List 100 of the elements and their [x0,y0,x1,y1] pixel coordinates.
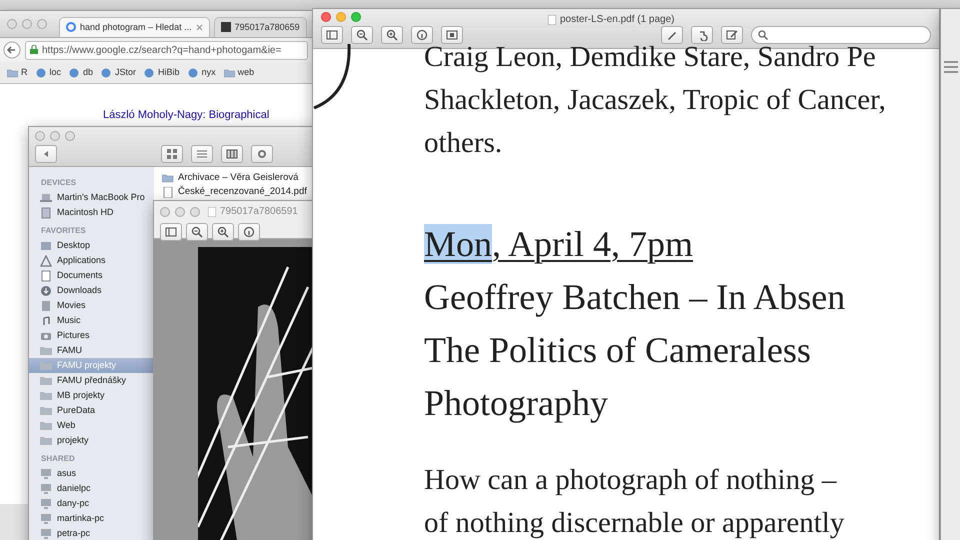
column-view-icon [226,148,238,160]
menu-icon[interactable] [944,60,958,73]
film-icon [40,300,52,312]
talk-title: Geoffrey Batchen – In Absen [424,277,846,317]
bookmark[interactable]: HiBib [144,66,180,80]
sidebar-item[interactable]: PureData [29,403,154,418]
close-button[interactable] [321,12,331,22]
browser-tab[interactable]: 795017a780659 [214,16,307,37]
bookmark[interactable]: R [7,66,28,80]
back-icon[interactable] [3,41,21,59]
sidebar-button[interactable] [160,223,182,241]
sidebar-item[interactable]: martinka-pc [29,511,154,526]
search-field[interactable] [751,26,931,44]
folder-icon [40,360,52,372]
sidebar-item[interactable]: Web [29,418,154,433]
list-view-icon [196,148,208,160]
selected-text: Mon [424,224,492,264]
site-icon [144,68,156,78]
site-icon [101,68,112,78]
file-row[interactable]: České_recenzované_2014.pdf [162,185,307,199]
google-icon [66,22,76,32]
computer-icon [40,512,52,524]
sidebar-item[interactable]: Documents [29,268,154,283]
download-icon [40,284,52,296]
sidebar-item[interactable]: Movies [29,298,154,313]
fit-button[interactable] [441,26,463,44]
zoom-out-icon [356,29,368,41]
hard-drive-icon [40,206,52,218]
computer-icon [40,528,52,540]
sidebar-item[interactable]: Pictures [29,328,154,343]
sidebar-item[interactable]: Applications [29,253,154,268]
body-text: of nothing discernable or apparently [424,507,844,539]
edit-icon [726,29,738,41]
sidebar-button[interactable] [321,26,343,44]
zoom-in-icon [217,226,229,238]
talk-title: Photography [424,383,608,423]
address-field[interactable]: https://www.google.cz/search?q=hand+photogam&ie= [25,40,308,60]
search-result-link[interactable]: László Moholy-Nagy: Biographical [103,109,270,121]
sidebar-item[interactable]: petra-pc [29,526,154,540]
folder-icon [224,68,235,78]
back-button[interactable] [35,145,57,163]
bookmark[interactable]: web [224,66,254,80]
icon-view-icon [166,148,178,160]
zoom-in-button[interactable] [381,26,403,44]
sidebar-item[interactable]: FAMU přednášky [29,373,154,388]
zoom-in-icon [386,29,398,41]
document-icon [208,206,216,216]
bookmark[interactable]: nyx [188,66,216,80]
zoom-out-icon [191,226,203,238]
talk-title: The Politics of Cameraless [424,330,811,370]
bookmark[interactable]: db [69,66,94,80]
info-button[interactable] [238,223,260,241]
computer-icon [40,482,52,494]
pen-button[interactable] [661,26,683,44]
body-text: others. [424,127,502,159]
zoom-out-button[interactable] [351,26,373,44]
search-icon [758,30,768,40]
browser-tab[interactable]: hand photogram – Hledat ... [59,16,210,37]
zoom-button[interactable] [351,12,361,22]
sidebar-item[interactable]: FAMU [29,343,154,358]
zoom-out-button[interactable] [186,223,208,241]
body-text: Shackleton, Jacaszek, Tropic of Cancer, [424,84,886,116]
zoom-in-button[interactable] [212,223,234,241]
rotate-button[interactable] [691,26,713,44]
sidebar-item[interactable]: asus [29,466,154,481]
list-view-button[interactable] [191,145,213,163]
sidebar-item[interactable]: Downloads [29,283,154,298]
document-icon [40,270,52,282]
column-view-button[interactable] [221,145,243,163]
body-text: Craig Leon, Demdike Stare, Sandro Pe [424,41,876,73]
close-icon[interactable] [196,24,203,31]
computer-icon [40,468,52,480]
folder-icon [162,172,174,184]
info-button[interactable] [411,26,433,44]
sidebar-item[interactable]: Macintosh HD [29,205,154,220]
section-heading: SHARED [40,453,76,465]
edit-button[interactable] [721,26,743,44]
sidebar-icon [326,29,338,41]
sidebar-item[interactable]: Martin's MacBook Pro [29,190,154,205]
pen-icon [666,29,678,41]
site-icon [36,68,46,78]
sidebar-item[interactable]: dany-pc [29,496,154,511]
image-icon [220,22,231,32]
sidebar-item[interactable]: danielpc [29,481,154,496]
folder-icon [40,404,52,416]
desktop-icon [40,240,52,252]
gear-button[interactable] [251,145,273,163]
bookmark[interactable]: loc [36,66,62,80]
folder-icon [40,390,52,402]
computer-icon [40,498,52,510]
sidebar-item[interactable]: projekty [29,433,154,448]
bookmark[interactable]: JStor [101,66,136,80]
folder-icon [40,420,52,432]
document-icon [162,186,174,198]
sidebar-item[interactable]: Music [29,313,154,328]
site-icon [188,68,199,78]
file-row[interactable]: Archivace – Věra Geislerová [162,171,307,185]
icon-view-button[interactable] [161,145,183,163]
sidebar-item[interactable]: MB projekty [29,388,154,403]
sidebar-item[interactable]: Desktop [29,238,154,253]
